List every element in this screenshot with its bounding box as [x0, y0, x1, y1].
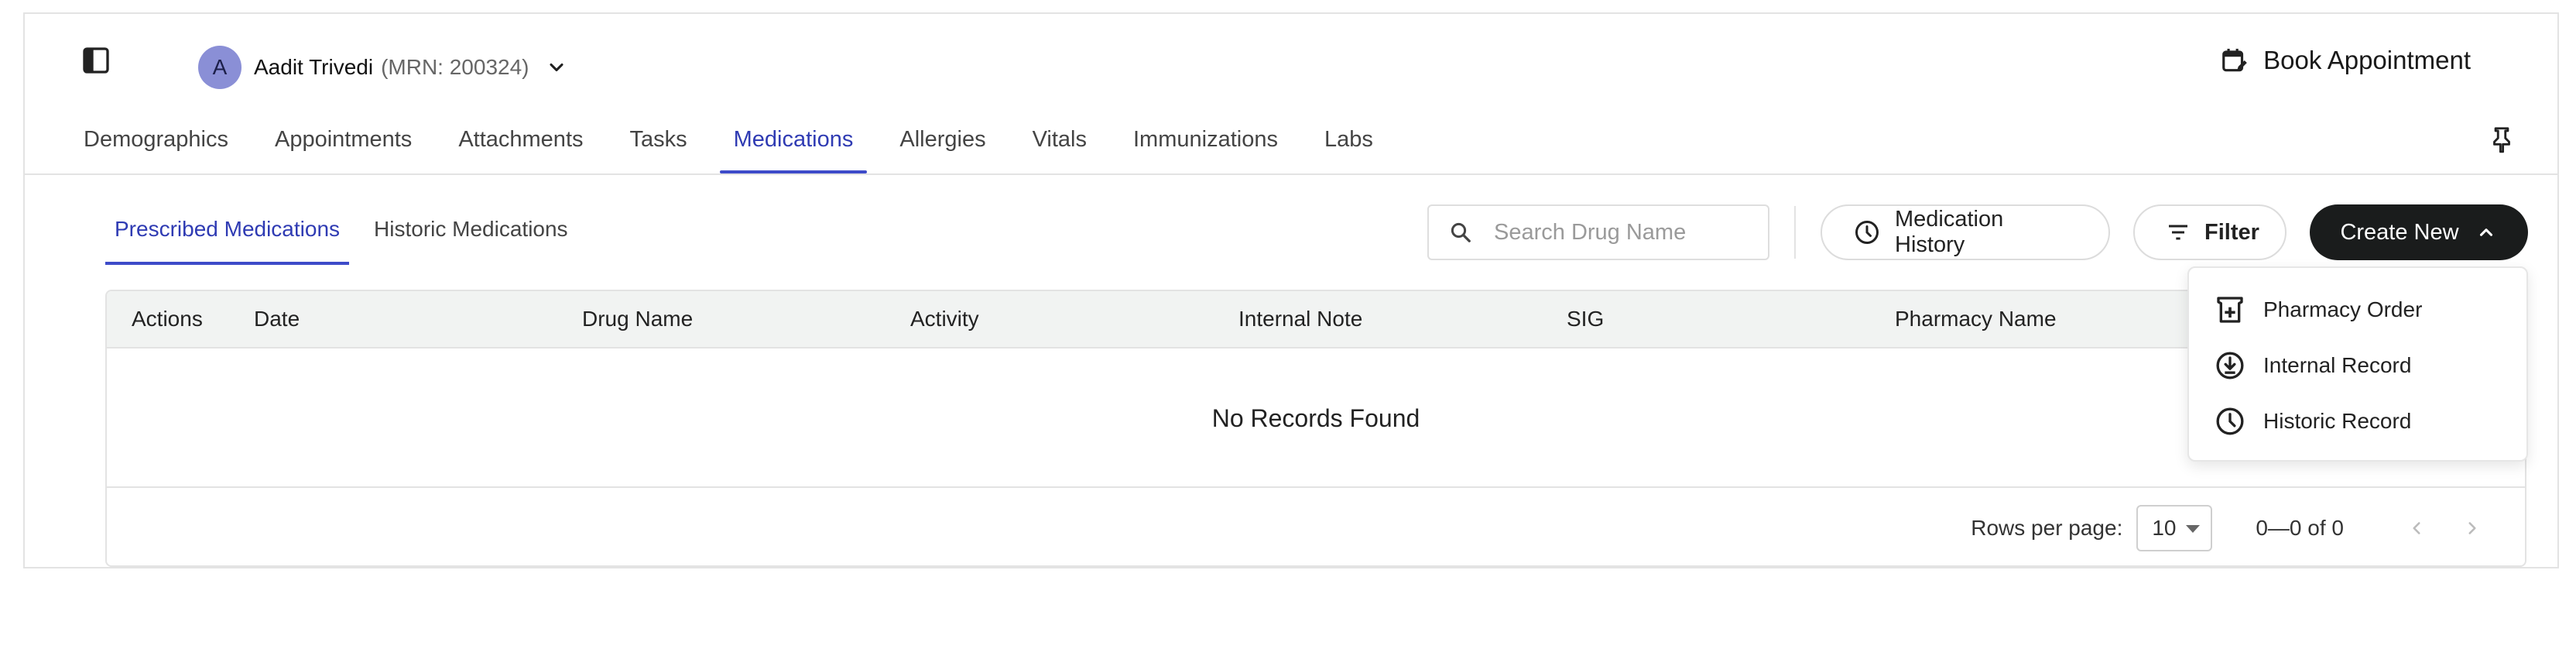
column-header-sig: SIG [1567, 307, 1605, 331]
patient-selector[interactable]: A Aadit Trivedi (MRN: 200324) [198, 46, 569, 89]
search-icon [1451, 222, 1471, 242]
tab-appointments[interactable]: Appointments [252, 110, 435, 173]
avatar: A [198, 46, 242, 89]
tab-medications[interactable]: Medications [711, 110, 877, 173]
column-header-date: Date [254, 307, 300, 331]
tab-tasks[interactable]: Tasks [607, 110, 711, 173]
filter-button[interactable]: Filter [2133, 204, 2287, 260]
chevron-right-icon [2468, 522, 2476, 534]
chevron-up-icon [2476, 221, 2498, 243]
clock-icon [2214, 405, 2246, 438]
pagination-controls [2382, 506, 2494, 550]
chevron-down-icon[interactable] [546, 56, 569, 79]
book-appointment-button[interactable]: Book Appointment [2220, 45, 2471, 76]
rows-per-page-value: 10 [2152, 516, 2177, 540]
filter-icon [2166, 218, 2191, 246]
filter-label: Filter [2204, 219, 2259, 245]
download-circle-icon [2214, 349, 2246, 382]
tab-labs[interactable]: Labs [1301, 110, 1396, 173]
pin-icon[interactable] [2485, 122, 2519, 156]
search-box[interactable] [1427, 204, 1769, 260]
clock-icon [1853, 218, 1881, 246]
patient-name: Aadit Trivedi [254, 55, 374, 79]
create-new-menu: Pharmacy Order Internal Record Historic … [2187, 266, 2528, 462]
section-tabs: Demographics Appointments Attachments Ta… [60, 110, 1396, 173]
patient-mrn: (MRN: 200324) [381, 55, 529, 79]
medications-table: Actions Date Drug Name Activity Internal… [105, 290, 2526, 567]
menu-item-historic-record[interactable]: Historic Record [2189, 393, 2526, 449]
empty-state-text: No Records Found [107, 350, 2525, 488]
rows-per-page-label: Rows per page: [1971, 516, 2123, 540]
tab-historic-medications[interactable]: Historic Medications [365, 209, 577, 265]
menu-item-label: Historic Record [2263, 409, 2412, 433]
table-pagination: Rows per page: 10 0—0 of 0 [107, 489, 2525, 565]
search-input[interactable] [1494, 219, 1749, 246]
patient-chart-card: A Aadit Trivedi (MRN: 200324) Book Appoi… [23, 12, 2559, 568]
chevron-left-icon [2413, 522, 2420, 534]
column-header-activity: Activity [910, 307, 979, 331]
tabs-divider [25, 173, 2557, 175]
create-new-button[interactable]: Create New [2310, 204, 2528, 260]
column-header-pharmacy-name: Pharmacy Name [1895, 307, 2057, 331]
tab-prescribed-medications[interactable]: Prescribed Medications [105, 209, 350, 265]
tab-vitals[interactable]: Vitals [1009, 110, 1110, 173]
medication-history-label: Medication History [1895, 207, 2004, 257]
tab-allergies[interactable]: Allergies [876, 110, 1009, 173]
toolbar-divider [1794, 206, 1796, 259]
medication-subtabs: Prescribed Medications Historic Medicati… [105, 209, 593, 265]
pharmacy-icon [2214, 294, 2246, 326]
panel-toggle-icon [83, 47, 109, 74]
calendar-edit-icon [2220, 45, 2251, 76]
book-appointment-label: Book Appointment [2263, 46, 2471, 74]
medication-history-button[interactable]: Medication History [1821, 204, 2110, 260]
previous-page-button[interactable] [2395, 506, 2438, 550]
tab-immunizations[interactable]: Immunizations [1110, 110, 1301, 173]
menu-item-label: Pharmacy Order [2263, 297, 2423, 321]
column-header-actions: Actions [132, 307, 203, 331]
menu-item-pharmacy-order[interactable]: Pharmacy Order [2189, 282, 2526, 338]
column-header-internal-note: Internal Note [1238, 307, 1363, 331]
tab-demographics[interactable]: Demographics [60, 110, 252, 173]
rows-per-page-select[interactable]: 10 [2136, 505, 2213, 551]
next-page-button[interactable] [2451, 506, 2494, 550]
create-new-label: Create New [2340, 219, 2459, 245]
menu-item-internal-record[interactable]: Internal Record [2189, 338, 2526, 393]
caret-down-icon [2186, 525, 2201, 533]
menu-item-label: Internal Record [2263, 353, 2412, 377]
pagination-range: 0—0 of 0 [2256, 516, 2344, 540]
sidebar-toggle-button[interactable] [74, 39, 118, 82]
column-header-drug-name: Drug Name [582, 307, 694, 331]
tab-attachments[interactable]: Attachments [435, 110, 606, 173]
table-header: Actions Date Drug Name Activity Internal… [107, 291, 2525, 349]
